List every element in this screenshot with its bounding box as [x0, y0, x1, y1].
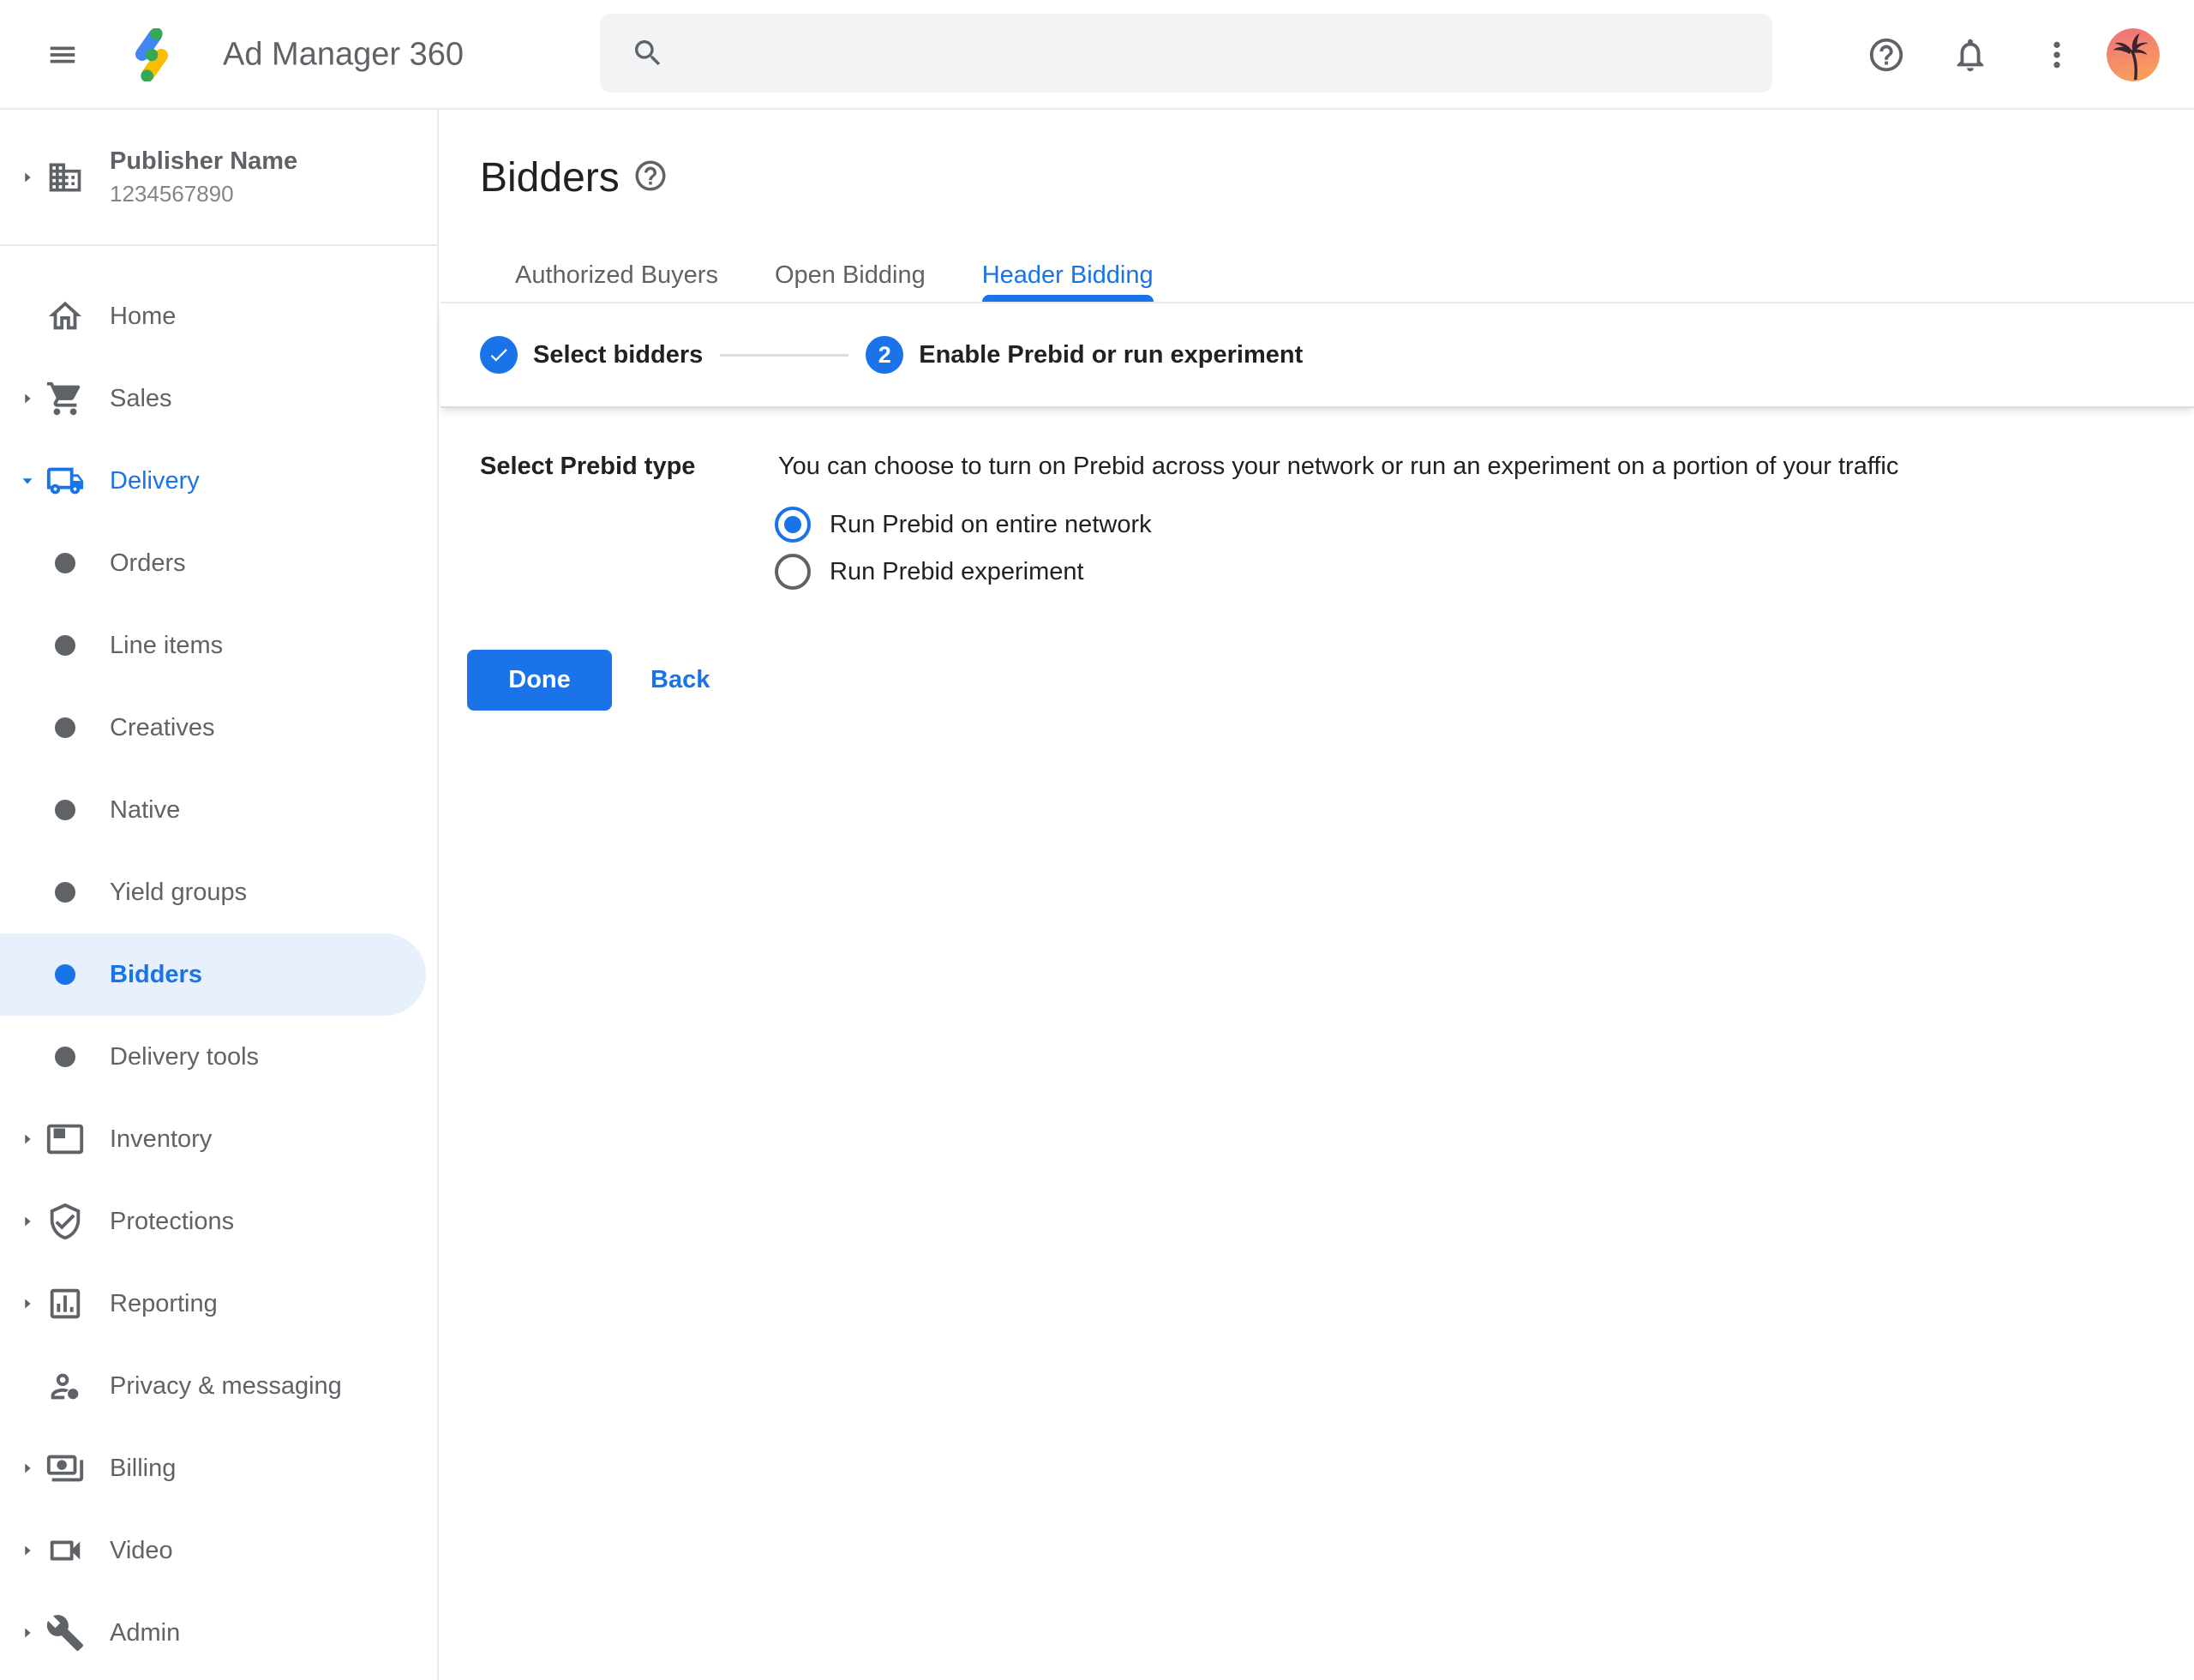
bullet-icon [45, 717, 86, 738]
menu-icon[interactable] [43, 39, 82, 71]
ad-manager-logo-icon [125, 28, 178, 81]
sidebar-item-orders[interactable]: Orders [0, 522, 437, 604]
payments-icon [45, 1449, 86, 1488]
notifications-icon[interactable] [1951, 35, 1990, 75]
sidebar-item-bidders[interactable]: Bidders [0, 933, 426, 1016]
page-help-icon[interactable] [632, 158, 668, 194]
search-bar[interactable] [600, 14, 1772, 93]
sidebar: Publisher Name 1234567890 Home Sales [0, 110, 439, 1680]
step-enable-prebid[interactable]: 2 Enable Prebid or run experiment [866, 336, 1303, 374]
caret-right-icon [12, 168, 43, 187]
tab-header-bidding[interactable]: Header Bidding [954, 249, 1182, 302]
bullet-icon [45, 800, 86, 820]
truck-icon [45, 461, 86, 501]
sidebar-item-billing[interactable]: Billing [0, 1427, 437, 1509]
bullet-icon [45, 1047, 86, 1067]
caret-right-icon [12, 1541, 43, 1560]
tab-open-bidding[interactable]: Open Bidding [746, 249, 954, 302]
sidebar-item-yield-groups[interactable]: Yield groups [0, 851, 437, 933]
caret-right-icon [12, 1294, 43, 1313]
bar-chart-icon [45, 1284, 86, 1323]
home-icon [45, 297, 86, 336]
stepper: Select bidders 2 Enable Prebid or run ex… [441, 303, 2194, 408]
bullet-icon [45, 882, 86, 903]
sidebar-nav: Home Sales Delivery Orders [0, 246, 437, 1674]
videocam-icon [45, 1531, 86, 1570]
radio-selected-icon [775, 507, 811, 543]
section-description: You can choose to turn on Prebid across … [778, 453, 1898, 481]
caret-right-icon [12, 1130, 43, 1149]
step-select-bidders[interactable]: Select bidders [480, 336, 703, 374]
sidebar-item-video[interactable]: Video [0, 1509, 437, 1592]
radio-unselected-icon [775, 554, 811, 590]
check-icon [480, 336, 518, 374]
sidebar-item-reporting[interactable]: Reporting [0, 1263, 437, 1345]
step-connector [720, 354, 848, 357]
publisher-name: Publisher Name [110, 147, 297, 176]
caret-right-icon [12, 1212, 43, 1231]
section-label: Select Prebid type [480, 453, 695, 481]
sidebar-item-privacy-messaging[interactable]: Privacy & messaging [0, 1345, 437, 1427]
help-icon[interactable] [1867, 35, 1906, 75]
bullet-icon [45, 553, 86, 573]
app-title: Ad Manager 360 [223, 37, 464, 74]
tab-authorized-buyers[interactable]: Authorized Buyers [487, 249, 746, 302]
search-icon [631, 36, 665, 70]
sidebar-item-line-items[interactable]: Line items [0, 604, 437, 687]
inventory-icon [45, 1119, 86, 1159]
sidebar-item-creatives[interactable]: Creatives [0, 687, 437, 769]
cart-icon [45, 379, 86, 418]
publisher-id: 1234567890 [110, 181, 297, 207]
action-buttons: Done Back [467, 650, 710, 711]
sidebar-item-inventory[interactable]: Inventory [0, 1098, 437, 1180]
back-button[interactable]: Back [650, 666, 710, 694]
publisher-selector[interactable]: Publisher Name 1234567890 [0, 110, 437, 246]
sidebar-item-protections[interactable]: Protections [0, 1180, 437, 1263]
more-options-icon[interactable] [2040, 35, 2074, 75]
sidebar-item-delivery-tools[interactable]: Delivery tools [0, 1016, 437, 1098]
sidebar-item-delivery[interactable]: Delivery [0, 440, 437, 522]
sidebar-item-admin[interactable]: Admin [0, 1592, 437, 1674]
main-content: Bidders Authorized Buyers Open Bidding H… [441, 110, 2194, 1680]
page-title: Bidders [480, 154, 620, 201]
step-number-badge: 2 [866, 336, 903, 374]
bullet-icon [45, 964, 86, 985]
caret-down-icon [12, 471, 43, 490]
caret-right-icon [12, 1459, 43, 1478]
radio-run-prebid-entire-network[interactable]: Run Prebid on entire network [775, 507, 1152, 543]
sidebar-item-sales[interactable]: Sales [0, 357, 437, 440]
caret-right-icon [12, 1623, 43, 1642]
caret-right-icon [12, 389, 43, 408]
shield-check-icon [45, 1202, 86, 1241]
search-input[interactable] [687, 27, 1772, 80]
building-icon [45, 159, 86, 196]
done-button[interactable]: Done [467, 650, 612, 711]
top-app-bar: Ad Manager 360 [0, 0, 2194, 110]
avatar[interactable] [2107, 28, 2160, 81]
radio-run-prebid-experiment[interactable]: Run Prebid experiment [775, 554, 1084, 590]
tab-bar: Authorized Buyers Open Bidding Header Bi… [441, 249, 2194, 303]
sidebar-item-home[interactable]: Home [0, 275, 437, 357]
wrench-icon [45, 1613, 86, 1653]
sidebar-item-native[interactable]: Native [0, 769, 437, 851]
person-badge-icon [45, 1366, 86, 1406]
bullet-icon [45, 635, 86, 656]
